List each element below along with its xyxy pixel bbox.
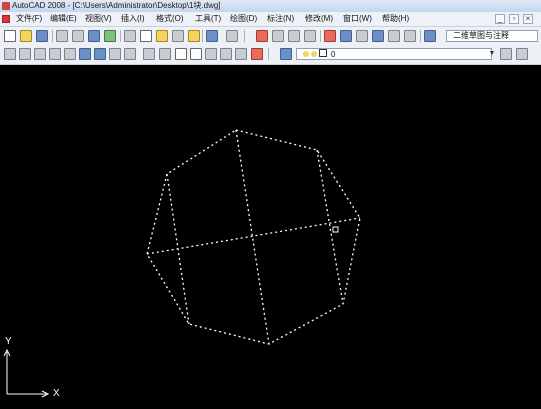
toolbar-separator: [120, 30, 121, 42]
rotate-icon[interactable]: [94, 48, 106, 60]
toolbar-separator: [320, 30, 321, 42]
scale-icon[interactable]: [109, 48, 121, 60]
layer-on-icon: [303, 51, 309, 57]
standard-toolbar: 二维草图与注释: [0, 27, 541, 46]
tool-palettes-icon[interactable]: [356, 30, 368, 42]
toolbar-separator: [244, 30, 245, 42]
pan-icon[interactable]: [256, 30, 268, 42]
toolbar-separator: [202, 30, 203, 42]
stretch-icon[interactable]: [124, 48, 136, 60]
match-properties-icon[interactable]: [172, 30, 184, 42]
cut-icon[interactable]: [124, 30, 136, 42]
pickbox-cursor: [332, 226, 339, 233]
layer-select[interactable]: 0: [296, 48, 492, 60]
fillet-icon[interactable]: [220, 48, 232, 60]
layer-freeze-icon: [311, 51, 317, 57]
drawing-canvas[interactable]: Y X: [0, 64, 541, 404]
diagonal-line-2[interactable]: [146, 217, 361, 255]
print-icon[interactable]: [56, 30, 68, 42]
move-icon[interactable]: [79, 48, 91, 60]
menu-tools[interactable]: 工具(T): [193, 12, 223, 26]
polyline-icon[interactable]: [34, 48, 46, 60]
properties-icon[interactable]: [324, 30, 336, 42]
construction-line-icon[interactable]: [19, 48, 31, 60]
redo-icon[interactable]: [226, 30, 238, 42]
quickcalc-icon[interactable]: [404, 30, 416, 42]
menu-edit[interactable]: 编辑(E): [48, 12, 79, 26]
draw-modify-toolbar: 0 ▼: [0, 45, 541, 65]
block-editor-icon[interactable]: [188, 30, 200, 42]
minimize-button[interactable]: _: [495, 14, 505, 24]
menu-draw[interactable]: 绘图(D): [228, 12, 259, 26]
workspace-select[interactable]: 二维草图与注释: [446, 30, 538, 42]
undo-icon[interactable]: [206, 30, 218, 42]
make-layer-current-icon[interactable]: [500, 48, 512, 60]
menu-view[interactable]: 视图(V): [83, 12, 114, 26]
document-icon[interactable]: [2, 15, 10, 23]
octagon-shape[interactable]: [146, 129, 361, 345]
3d-dwf-icon[interactable]: [104, 30, 116, 42]
help-icon[interactable]: [424, 30, 436, 42]
ucs-icon: [3, 348, 50, 398]
menu-help[interactable]: 帮助(H): [380, 12, 411, 26]
diagonal-line-3[interactable]: [166, 173, 190, 325]
menu-bar: 文件(F) 编辑(E) 视图(V) 插入(I) 格式(O) 工具(T) 绘图(D…: [0, 12, 541, 27]
menu-format[interactable]: 格式(O): [154, 12, 186, 26]
diagonal-line-4[interactable]: [316, 149, 344, 305]
paste-icon[interactable]: [156, 30, 168, 42]
ucs-x-label: X: [53, 388, 60, 399]
layer-previous-icon[interactable]: [516, 48, 528, 60]
chamfer-icon[interactable]: [205, 48, 217, 60]
join-icon[interactable]: [190, 48, 202, 60]
title-bar: AutoCAD 2008 - [C:\Users\Administrator\D…: [0, 0, 541, 12]
autocad-app-icon[interactable]: [2, 2, 10, 10]
close-button[interactable]: ×: [523, 14, 533, 24]
new-icon[interactable]: [4, 30, 16, 42]
rectangle-icon[interactable]: [64, 48, 76, 60]
save-icon[interactable]: [36, 30, 48, 42]
arc-icon[interactable]: [235, 48, 247, 60]
layer-name: 0: [331, 50, 336, 59]
drawing-svg: [3, 129, 361, 398]
chevron-down-icon[interactable]: ▼: [488, 48, 496, 60]
copy-icon[interactable]: [140, 30, 152, 42]
zoom-previous-icon[interactable]: [304, 30, 316, 42]
menu-file[interactable]: 文件(F): [14, 12, 44, 26]
menu-modify[interactable]: 修改(M): [303, 12, 335, 26]
markup-icon[interactable]: [388, 30, 400, 42]
zoom-realtime-icon[interactable]: [272, 30, 284, 42]
layer-manager-icon[interactable]: [280, 48, 292, 60]
polygon-icon[interactable]: [49, 48, 61, 60]
design-center-icon[interactable]: [340, 30, 352, 42]
zoom-window-icon[interactable]: [288, 30, 300, 42]
menu-window[interactable]: 窗口(W): [341, 12, 374, 26]
window-title: AutoCAD 2008 - [C:\Users\Administrator\D…: [12, 1, 221, 10]
toolbar-separator: [420, 30, 421, 42]
menu-dimension[interactable]: 标注(N): [265, 12, 296, 26]
ucs-y-label: Y: [5, 336, 12, 347]
toolbar-separator: [268, 48, 269, 60]
plot-preview-icon[interactable]: [72, 30, 84, 42]
line-icon[interactable]: [4, 48, 16, 60]
explode-icon[interactable]: [251, 48, 263, 60]
toolbar-separator: [52, 30, 53, 42]
open-icon[interactable]: [20, 30, 32, 42]
diagonal-line-1[interactable]: [235, 129, 270, 345]
menu-insert[interactable]: 插入(I): [119, 12, 147, 26]
break-icon[interactable]: [175, 48, 187, 60]
sheet-set-icon[interactable]: [372, 30, 384, 42]
trim-icon[interactable]: [143, 48, 155, 60]
publish-icon[interactable]: [88, 30, 100, 42]
layer-color-icon: [319, 49, 327, 57]
extend-icon[interactable]: [159, 48, 171, 60]
restore-button[interactable]: ▫: [509, 14, 519, 24]
